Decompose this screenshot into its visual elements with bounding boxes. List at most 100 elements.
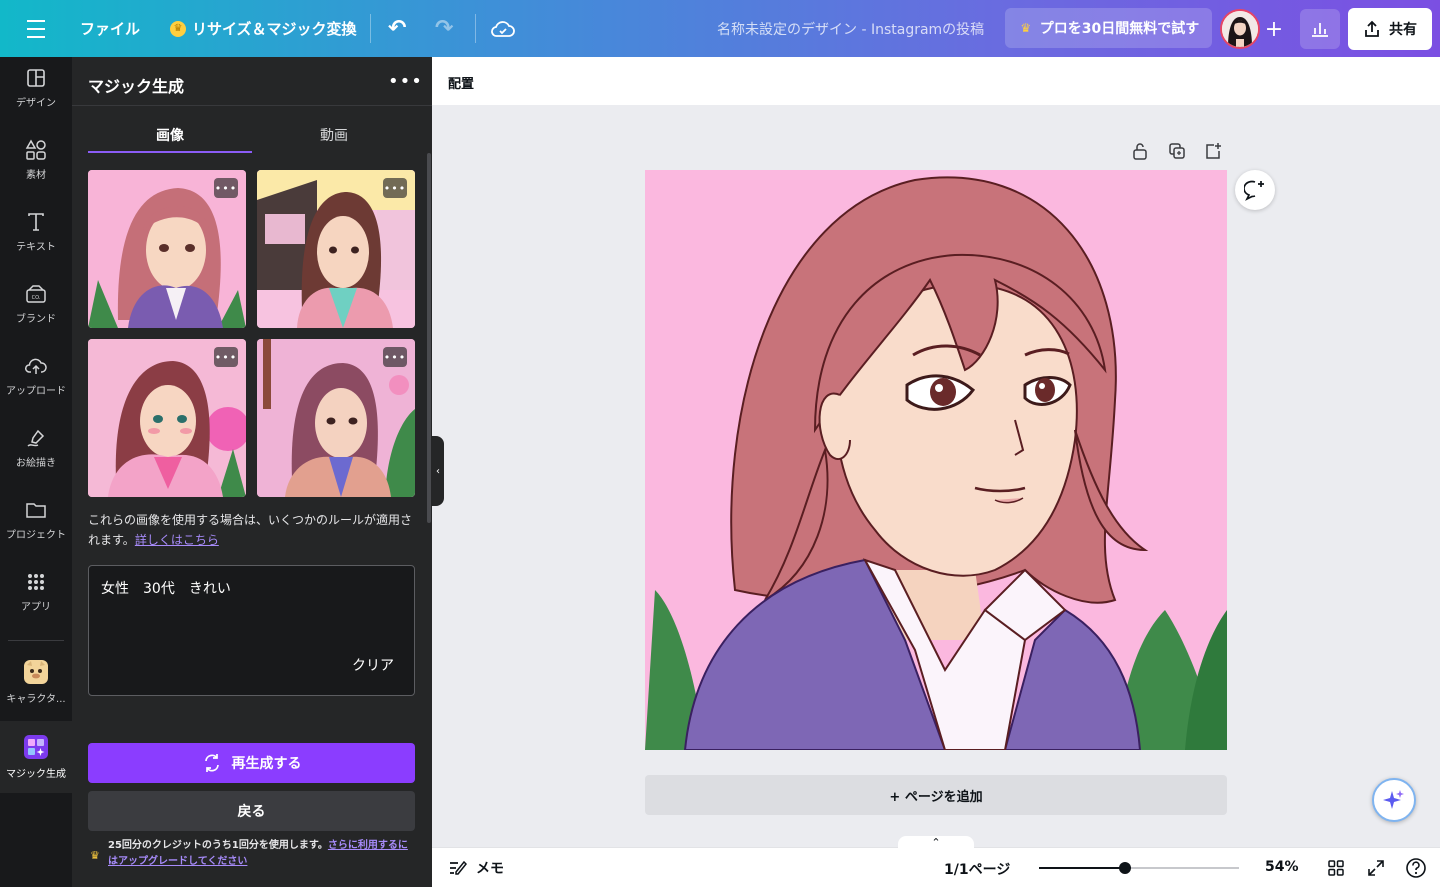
help-icon[interactable] bbox=[1405, 857, 1427, 879]
prompt-input[interactable]: 女性 30代 きれい クリア bbox=[88, 565, 415, 696]
sparkle-icon bbox=[1383, 790, 1404, 809]
redo-icon[interactable]: ↷ bbox=[435, 0, 453, 57]
rail-item-brand[interactable]: CO. ブランド bbox=[0, 273, 72, 335]
rail-item-label: プロジェクト bbox=[6, 530, 66, 541]
canvas-header: 配置 bbox=[432, 57, 1440, 105]
add-page-button[interactable]: + ページを追加 bbox=[645, 775, 1227, 815]
undo-icon[interactable]: ↶ bbox=[388, 0, 406, 57]
rail-item-label: アップロード bbox=[6, 386, 66, 397]
generated-image-2[interactable]: ••• bbox=[257, 170, 415, 328]
back-button[interactable]: 戻る bbox=[88, 791, 415, 831]
crown-icon: ♛ bbox=[90, 849, 100, 862]
regenerate-label: 再生成する bbox=[231, 756, 302, 772]
insights-icon[interactable] bbox=[1300, 9, 1340, 49]
notes-icon bbox=[450, 860, 468, 875]
rail-item-upload[interactable]: アップロード bbox=[0, 345, 72, 407]
generated-image-1[interactable]: ••• bbox=[88, 170, 246, 328]
try-pro-button[interactable]: ♛ プロを30日間無料で試す bbox=[1005, 8, 1212, 48]
rail-item-design[interactable]: デザイン bbox=[0, 57, 72, 119]
rail-item-elements[interactable]: 素材 bbox=[0, 129, 72, 191]
learn-more-link[interactable]: 詳しくはこちら bbox=[135, 533, 219, 547]
folder-icon bbox=[25, 499, 47, 521]
add-page-icon[interactable] bbox=[1201, 139, 1225, 163]
share-button[interactable]: 共有 bbox=[1348, 8, 1432, 50]
design-canvas[interactable] bbox=[645, 170, 1227, 750]
tab-image[interactable]: 画像 bbox=[156, 125, 184, 145]
generated-image-3[interactable]: ••• bbox=[88, 339, 246, 497]
resize-magic-label: リサイズ＆マジック変換 bbox=[192, 20, 357, 38]
text-icon bbox=[25, 211, 47, 233]
rail-item-text[interactable]: テキスト bbox=[0, 201, 72, 263]
duplicate-page-icon[interactable] bbox=[1165, 139, 1189, 163]
prompt-text[interactable]: 女性 30代 きれい bbox=[101, 578, 231, 598]
grid-view-icon[interactable] bbox=[1325, 857, 1347, 879]
add-collaborator-icon[interactable]: + bbox=[1256, 9, 1292, 49]
fullscreen-icon[interactable] bbox=[1365, 857, 1387, 879]
cloud-saved-icon[interactable] bbox=[491, 0, 515, 57]
clear-button[interactable]: クリア bbox=[352, 655, 394, 675]
share-icon bbox=[1365, 20, 1379, 37]
tab-video[interactable]: 動画 bbox=[320, 125, 348, 145]
apps-icon bbox=[25, 571, 47, 593]
magic-media-panel: マジック生成 ••• 画像 動画 ••• ••• ••• ••• これらの画像を… bbox=[72, 57, 432, 887]
notes-button[interactable]: メモ bbox=[448, 858, 504, 878]
try-pro-label: プロを30日間無料で試す bbox=[1039, 21, 1200, 37]
bottom-bar: ⌃ メモ 1/1ページ 54% bbox=[432, 836, 1440, 887]
lock-icon[interactable] bbox=[1128, 139, 1152, 163]
design-title[interactable]: 名称未設定のデザイン - Instagramの投稿 bbox=[717, 0, 984, 57]
panel-scrollbar[interactable] bbox=[427, 153, 431, 523]
more-options-icon[interactable]: ••• bbox=[388, 71, 423, 92]
credit-note-text: 25回分のクレジットのうち1回分を使用します。 bbox=[108, 840, 328, 851]
layout-icon bbox=[25, 67, 47, 89]
thumb-more-icon[interactable]: ••• bbox=[383, 178, 407, 198]
magic-media-icon bbox=[23, 734, 49, 760]
magic-assistant-button[interactable] bbox=[1372, 778, 1416, 822]
credit-note: 25回分のクレジットのうち1回分を使用します。さらに利用するにはアップグレードし… bbox=[108, 838, 408, 870]
crown-icon: ♛ bbox=[170, 20, 186, 37]
rail-item-label: アプリ bbox=[21, 602, 51, 613]
rail-item-label: 素材 bbox=[26, 170, 46, 181]
thumb-more-icon[interactable]: ••• bbox=[214, 178, 238, 198]
thumb-more-icon[interactable]: ••• bbox=[383, 347, 407, 367]
rail-item-magic-media[interactable]: マジック生成 bbox=[0, 721, 72, 793]
draw-icon bbox=[25, 427, 47, 449]
portrait-illustration bbox=[645, 170, 1227, 750]
position-button[interactable]: 配置 bbox=[448, 73, 474, 92]
file-menu[interactable]: ファイル bbox=[80, 0, 140, 57]
expand-pages-button[interactable]: ⌃ bbox=[898, 836, 974, 850]
thumb-more-icon[interactable]: ••• bbox=[214, 347, 238, 367]
notes-label: メモ bbox=[476, 861, 504, 877]
rail-item-draw[interactable]: お絵描き bbox=[0, 417, 72, 479]
zoom-slider-fill bbox=[1039, 867, 1126, 869]
add-comment-button[interactable] bbox=[1235, 170, 1275, 210]
rail-item-projects[interactable]: プロジェクト bbox=[0, 489, 72, 551]
rail-item-apps[interactable]: アプリ bbox=[0, 561, 72, 623]
avatar[interactable] bbox=[1220, 9, 1260, 49]
elements-icon bbox=[25, 139, 47, 161]
regenerate-button[interactable]: 再生成する bbox=[88, 743, 415, 783]
refresh-icon bbox=[204, 754, 219, 772]
zoom-slider-handle[interactable] bbox=[1119, 862, 1132, 874]
zoom-level[interactable]: 54% bbox=[1265, 859, 1299, 875]
crown-icon: ♛ bbox=[1020, 21, 1032, 35]
usage-note: これらの画像を使用する場合は、いくつかのルールが適用されます。詳しくはこちら bbox=[88, 510, 418, 550]
left-rail: デザイン 素材 テキスト CO. ブランド アップロード お絵描き プロジェクト… bbox=[0, 57, 72, 887]
page-indicator[interactable]: 1/1ページ bbox=[944, 859, 1010, 879]
rail-item-character[interactable]: キャラクタ... bbox=[0, 651, 72, 713]
share-label: 共有 bbox=[1389, 22, 1417, 38]
zoom-slider[interactable] bbox=[1039, 862, 1239, 874]
collapse-panel-handle[interactable]: ‹ bbox=[432, 436, 444, 506]
character-icon bbox=[23, 659, 49, 685]
resize-magic-button[interactable]: ♛ リサイズ＆マジック変換 bbox=[170, 0, 357, 57]
divider bbox=[72, 105, 432, 106]
comment-icon bbox=[1244, 180, 1264, 201]
brand-icon: CO. bbox=[25, 283, 47, 305]
rail-item-label: キャラクタ... bbox=[6, 694, 66, 705]
upload-icon bbox=[25, 355, 47, 377]
generated-image-4[interactable]: ••• bbox=[257, 339, 415, 497]
active-tab-indicator bbox=[88, 151, 252, 153]
top-bar: ファイル ♛ リサイズ＆マジック変換 ↶ ↷ 名称未設定のデザイン - Inst… bbox=[0, 0, 1440, 57]
divider bbox=[370, 14, 371, 43]
menu-icon[interactable] bbox=[24, 0, 48, 57]
rail-item-label: ブランド bbox=[16, 314, 56, 325]
